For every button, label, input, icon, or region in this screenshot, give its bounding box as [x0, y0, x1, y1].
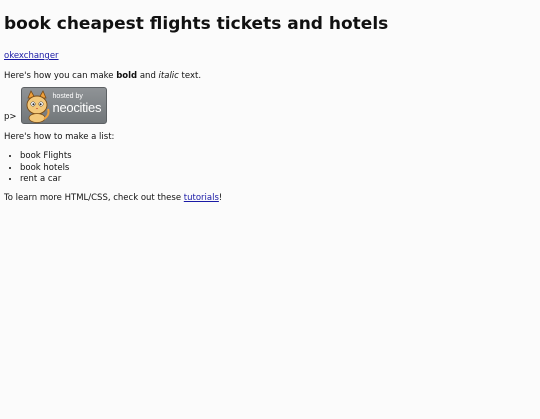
outro-suffix: !: [218, 192, 223, 203]
intro-middle: and: [137, 71, 159, 81]
italic-word: italic: [158, 71, 179, 81]
badge-neocities: neocities: [52, 100, 102, 115]
intro-prefix: Here's how you can make: [4, 71, 117, 81]
outro-paragraph: To learn more HTML/CSS, check out these …: [4, 193, 536, 204]
list-item: book hotels: [20, 163, 536, 175]
item-list: book Flights book hotels rent a car: [4, 151, 536, 186]
tutorials-link[interactable]: tutorials: [184, 193, 219, 203]
okexchanger-link[interactable]: okexchanger: [4, 51, 59, 61]
intro-suffix: text.: [178, 71, 202, 81]
list-item: rent a car: [20, 174, 536, 186]
outro-prefix: To learn more HTML/CSS, check out these: [4, 192, 184, 203]
intro-paragraph: Here's how you can make bold and italic …: [4, 71, 536, 82]
bold-word: bold: [116, 71, 138, 81]
cat-logo-icon: [26, 89, 50, 123]
badge-line: p> hosted by neocities: [4, 87, 536, 124]
list-item: book Flights: [20, 151, 536, 163]
page-title: book cheapest flights tickets and hotels: [4, 14, 389, 34]
badge-text: hosted by neocities: [53, 93, 102, 115]
neocities-badge[interactable]: hosted by neocities: [20, 87, 107, 124]
list-intro: Here's how to make a list:: [4, 132, 115, 142]
stray-text: p>: [4, 112, 17, 122]
link-paragraph: okexchanger: [4, 51, 536, 62]
